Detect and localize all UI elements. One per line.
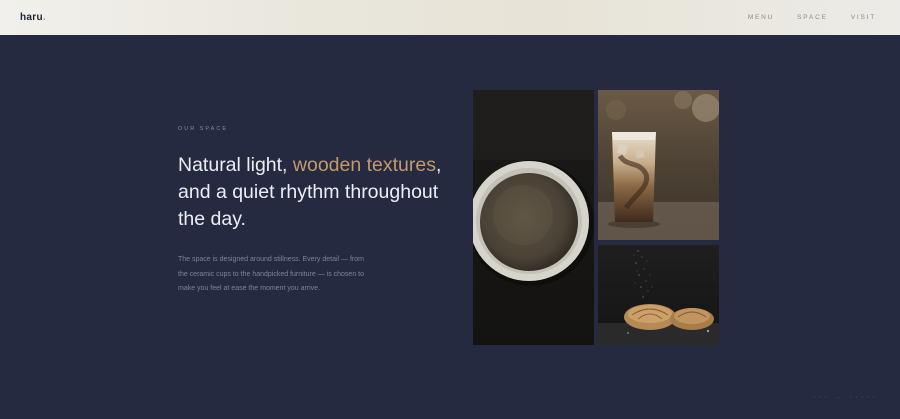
photo-gallery	[473, 90, 719, 345]
nav-space-link[interactable]: SPACE	[797, 14, 828, 21]
section-body: The space is designed around stillness. …	[178, 256, 364, 292]
nav-menu-link[interactable]: MENU	[748, 14, 774, 21]
main-nav: MENU SPACE VISIT	[748, 14, 876, 21]
section-headline: Natural light, wooden textures, and a qu…	[178, 154, 442, 230]
logo[interactable]: haru.	[20, 12, 46, 23]
footer-decoration: • • • — • • • • •	[813, 394, 876, 399]
croissant-photo	[598, 245, 719, 345]
nav-visit-link[interactable]: VISIT	[851, 14, 876, 21]
site-header: haru. MENU SPACE VISIT	[0, 0, 900, 35]
iced-latte-photo	[598, 90, 719, 240]
section-eyebrow: OUR SPACE	[178, 126, 228, 132]
headline-accent: wooden textures	[292, 154, 436, 176]
coffee-cup-photo	[473, 90, 594, 345]
